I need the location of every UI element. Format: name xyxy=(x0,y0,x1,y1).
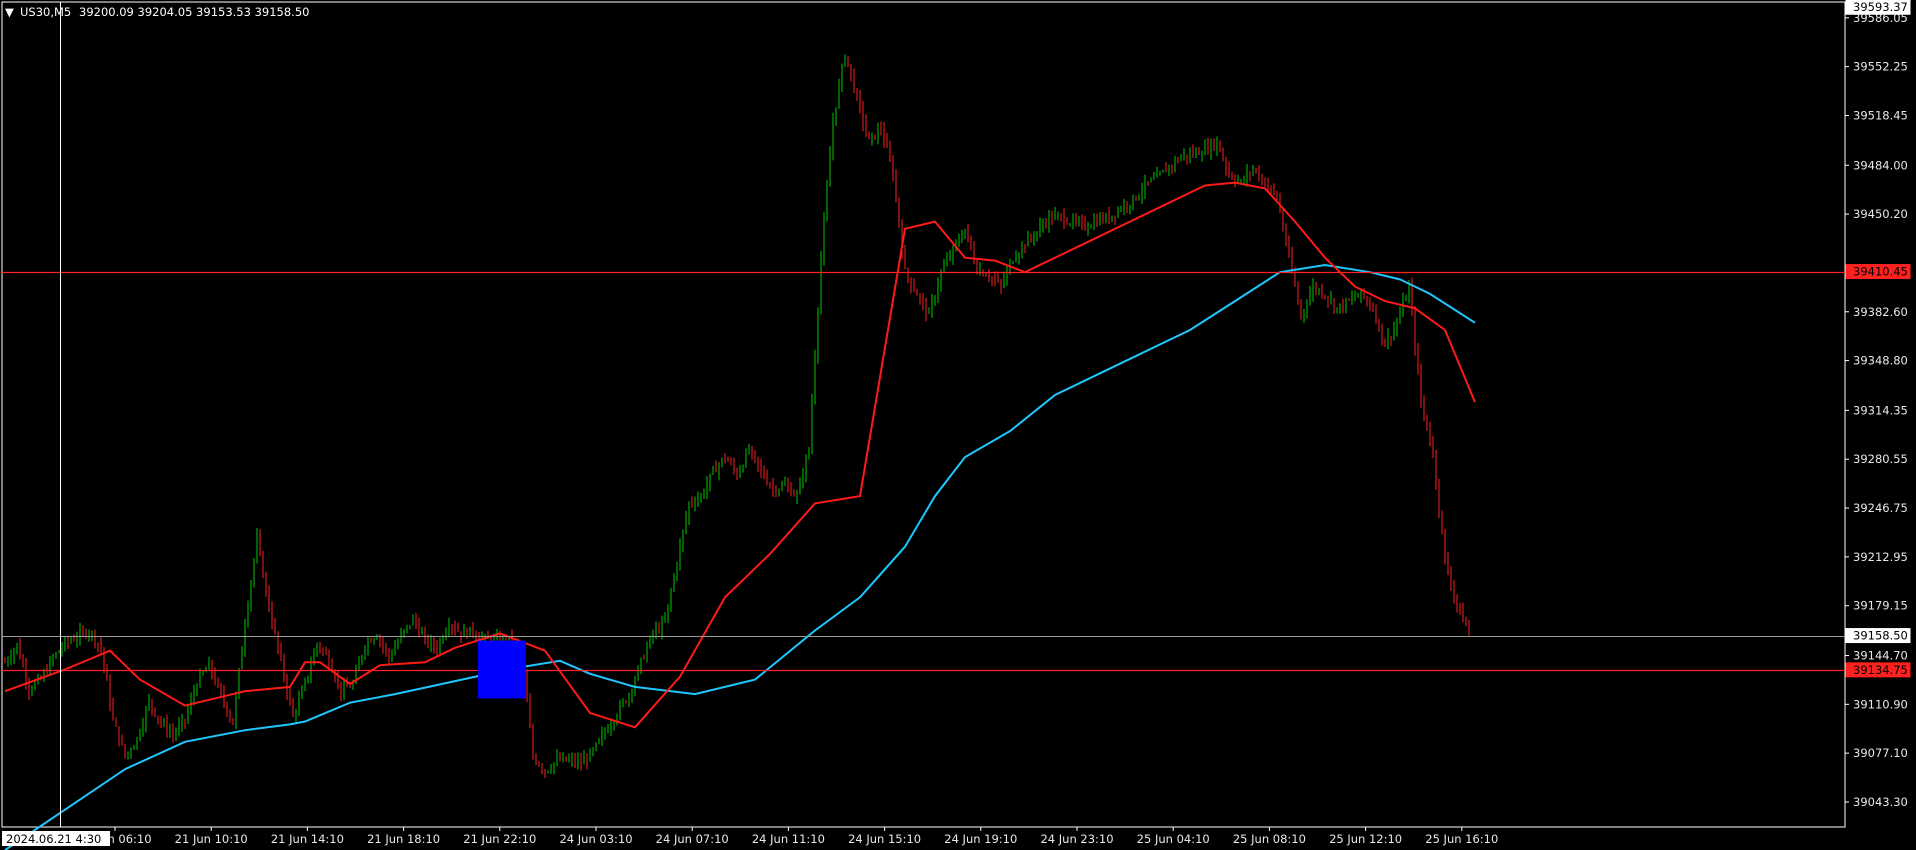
time-tick-label: 25 Jun 08:10 xyxy=(1233,832,1306,846)
price-tick-label: 39179.15 xyxy=(1853,599,1908,613)
resistance-price-label: 39410.45 xyxy=(1853,265,1908,279)
time-tick-label: 24 Jun 07:10 xyxy=(656,832,729,846)
candle-series xyxy=(4,54,1470,778)
horizontal-lines[interactable] xyxy=(2,271,1845,672)
time-tick-label: 21 Jun 18:10 xyxy=(367,832,440,846)
trade-marker-box[interactable] xyxy=(478,640,526,699)
price-tick-label: 39077.10 xyxy=(1853,746,1908,760)
symbol-label: US30,M5 xyxy=(20,5,71,19)
time-tick-label: 24 Jun 11:10 xyxy=(752,832,825,846)
indicator-lines xyxy=(4,181,1476,850)
price-tick-label: 39450.20 xyxy=(1853,207,1908,221)
price-tick-label: 39110.90 xyxy=(1853,697,1908,711)
time-tick-label: 25 Jun 16:10 xyxy=(1425,832,1498,846)
time-tick-label: 21 Jun 10:10 xyxy=(175,832,248,846)
crosshair-time-label: 2024.06.21 4:30 xyxy=(6,832,101,846)
price-chart[interactable]: 39586.0539552.2539518.4539484.0039450.20… xyxy=(0,0,1916,850)
ma-fast-line xyxy=(4,181,1476,729)
price-tick-label: 39348.80 xyxy=(1853,354,1908,368)
time-tick-label: 25 Jun 12:10 xyxy=(1329,832,1402,846)
time-tick-label: 24 Jun 23:10 xyxy=(1040,832,1113,846)
price-tick-label: 39280.55 xyxy=(1853,452,1908,466)
ma-slow-line xyxy=(4,263,1476,850)
current-price-label: 39158.50 xyxy=(1853,629,1908,643)
price-tick-label: 39043.30 xyxy=(1853,795,1908,809)
top-price-label: 39593.37 xyxy=(1853,0,1908,14)
time-tick-label: 25 Jun 04:10 xyxy=(1137,832,1210,846)
price-tick-label: 39212.95 xyxy=(1853,550,1908,564)
price-tick-label: 39246.75 xyxy=(1853,501,1908,515)
price-tick-label: 39518.45 xyxy=(1853,108,1908,122)
time-tick-label: 21 Jun 22:10 xyxy=(463,832,536,846)
price-tick-label: 39144.70 xyxy=(1853,648,1908,662)
time-tick-label: 24 Jun 03:10 xyxy=(559,832,632,846)
time-tick-label: 21 Jun 14:10 xyxy=(271,832,344,846)
support-price-label: 39134.75 xyxy=(1853,663,1908,677)
plot-frame xyxy=(1,1,1846,828)
time-tick-label: 24 Jun 15:10 xyxy=(848,832,921,846)
price-tick-label: 39552.25 xyxy=(1853,60,1908,74)
chart-menu-arrow-icon[interactable]: ▼ xyxy=(5,5,14,19)
price-tick-label: 39382.60 xyxy=(1853,305,1908,319)
time-axis[interactable]: 21 Jun 06:10 21 Jun 10:10 21 Jun 14:10 21 J… xyxy=(2,827,1498,846)
ohlc-values: 39200.09 39204.05 39153.53 39158.50 xyxy=(79,5,309,19)
price-tick-label: 39314.35 xyxy=(1853,403,1908,417)
price-axis[interactable]: 39586.0539552.2539518.4539484.0039450.20… xyxy=(1845,0,1911,809)
time-tick-label: 24 Jun 19:10 xyxy=(944,832,1017,846)
price-tick-label: 39484.00 xyxy=(1853,158,1908,172)
